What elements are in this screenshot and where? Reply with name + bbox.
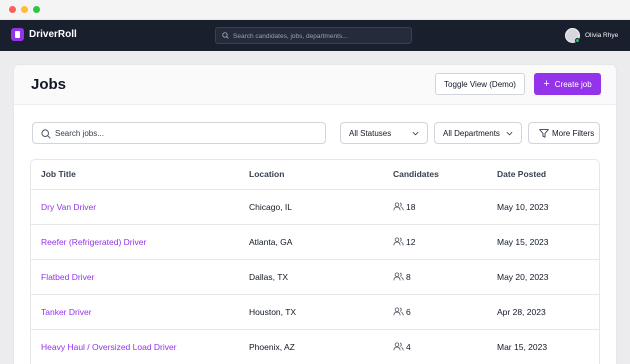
app-name[interactable]: DriverRoll (29, 29, 77, 40)
table-row[interactable]: Reefer (Refrigerated) Driver Atlanta, GA… (31, 225, 599, 260)
users-icon (393, 237, 404, 246)
logo-icon[interactable] (11, 28, 24, 41)
search-icon (222, 32, 229, 39)
job-location: Atlanta, GA (249, 237, 293, 247)
chevron-down-icon (506, 131, 513, 136)
users-icon (393, 307, 404, 316)
table-row[interactable]: Tanker Driver Houston, TX 6 Apr 28, 2023 (31, 295, 599, 330)
job-title-link[interactable]: Tanker Driver (41, 307, 92, 317)
more-filters-button[interactable]: More Filters (528, 122, 600, 144)
search-icon (41, 129, 51, 139)
column-header-candidates[interactable]: Candidates (393, 169, 439, 179)
minimize-window-dot[interactable] (21, 6, 28, 13)
status-select-value: All Statuses (349, 129, 392, 138)
column-header-location[interactable]: Location (249, 169, 284, 179)
top-nav: DriverRoll Olivia Rhye (0, 20, 630, 51)
job-date-posted: Apr 28, 2023 (497, 307, 546, 317)
users-icon (393, 272, 404, 281)
global-search-input[interactable] (233, 30, 408, 42)
more-filters-label: More Filters (552, 129, 595, 138)
job-location: Phoenix, AZ (249, 342, 295, 352)
job-title-link[interactable]: Heavy Haul / Oversized Load Driver (41, 342, 177, 352)
user-name[interactable]: Olivia Rhye (585, 32, 618, 39)
toggle-view-button[interactable]: Toggle View (Demo) (435, 73, 525, 95)
job-date-posted: May 20, 2023 (497, 272, 549, 282)
global-search[interactable] (215, 27, 412, 44)
candidate-count: 8 (406, 272, 411, 282)
job-title-link[interactable]: Flatbed Driver (41, 272, 94, 282)
table-row[interactable]: Heavy Haul / Oversized Load Driver Phoen… (31, 330, 599, 364)
candidate-count: 18 (406, 202, 416, 212)
browser-chrome (0, 0, 630, 20)
status-select[interactable]: All Statuses (340, 122, 428, 144)
candidate-count: 12 (406, 237, 416, 247)
job-date-posted: Mar 15, 2023 (497, 342, 548, 352)
page-header: Jobs Toggle View (Demo) + Create job (14, 65, 616, 105)
column-header-job-title[interactable]: Job Title (41, 169, 76, 179)
jobs-table: Job Title Location Candidates Date Poste… (30, 159, 600, 364)
page-title: Jobs (31, 76, 67, 93)
close-window-dot[interactable] (9, 6, 16, 13)
plus-icon: + (543, 77, 550, 90)
users-icon (393, 342, 404, 351)
department-select-value: All Departments (443, 129, 500, 138)
candidate-count: 4 (406, 342, 411, 352)
department-select[interactable]: All Departments (434, 122, 522, 144)
jobs-card: Jobs Toggle View (Demo) + Create job All… (13, 64, 617, 364)
job-location: Houston, TX (249, 307, 297, 317)
candidate-count: 6 (406, 307, 411, 317)
job-title-link[interactable]: Dry Van Driver (41, 202, 96, 212)
column-header-date-posted[interactable]: Date Posted (497, 169, 546, 179)
job-search[interactable] (32, 122, 326, 144)
job-search-input[interactable] (55, 127, 315, 140)
users-icon (393, 202, 404, 211)
online-status-dot (575, 38, 580, 43)
maximize-window-dot[interactable] (33, 6, 40, 13)
job-title-link[interactable]: Reefer (Refrigerated) Driver (41, 237, 146, 247)
table-header: Job Title Location Candidates Date Poste… (31, 160, 599, 190)
table-row[interactable]: Flatbed Driver Dallas, TX 8 May 20, 2023 (31, 260, 599, 295)
job-date-posted: May 15, 2023 (497, 237, 549, 247)
job-location: Chicago, IL (249, 202, 292, 212)
create-job-label: Create job (554, 79, 592, 89)
chevron-down-icon (412, 131, 419, 136)
job-date-posted: May 10, 2023 (497, 202, 549, 212)
job-location: Dallas, TX (249, 272, 289, 282)
filter-icon (539, 129, 549, 138)
table-row[interactable]: Dry Van Driver Chicago, IL 18 May 10, 20… (31, 190, 599, 225)
create-job-button[interactable]: + Create job (534, 73, 601, 95)
